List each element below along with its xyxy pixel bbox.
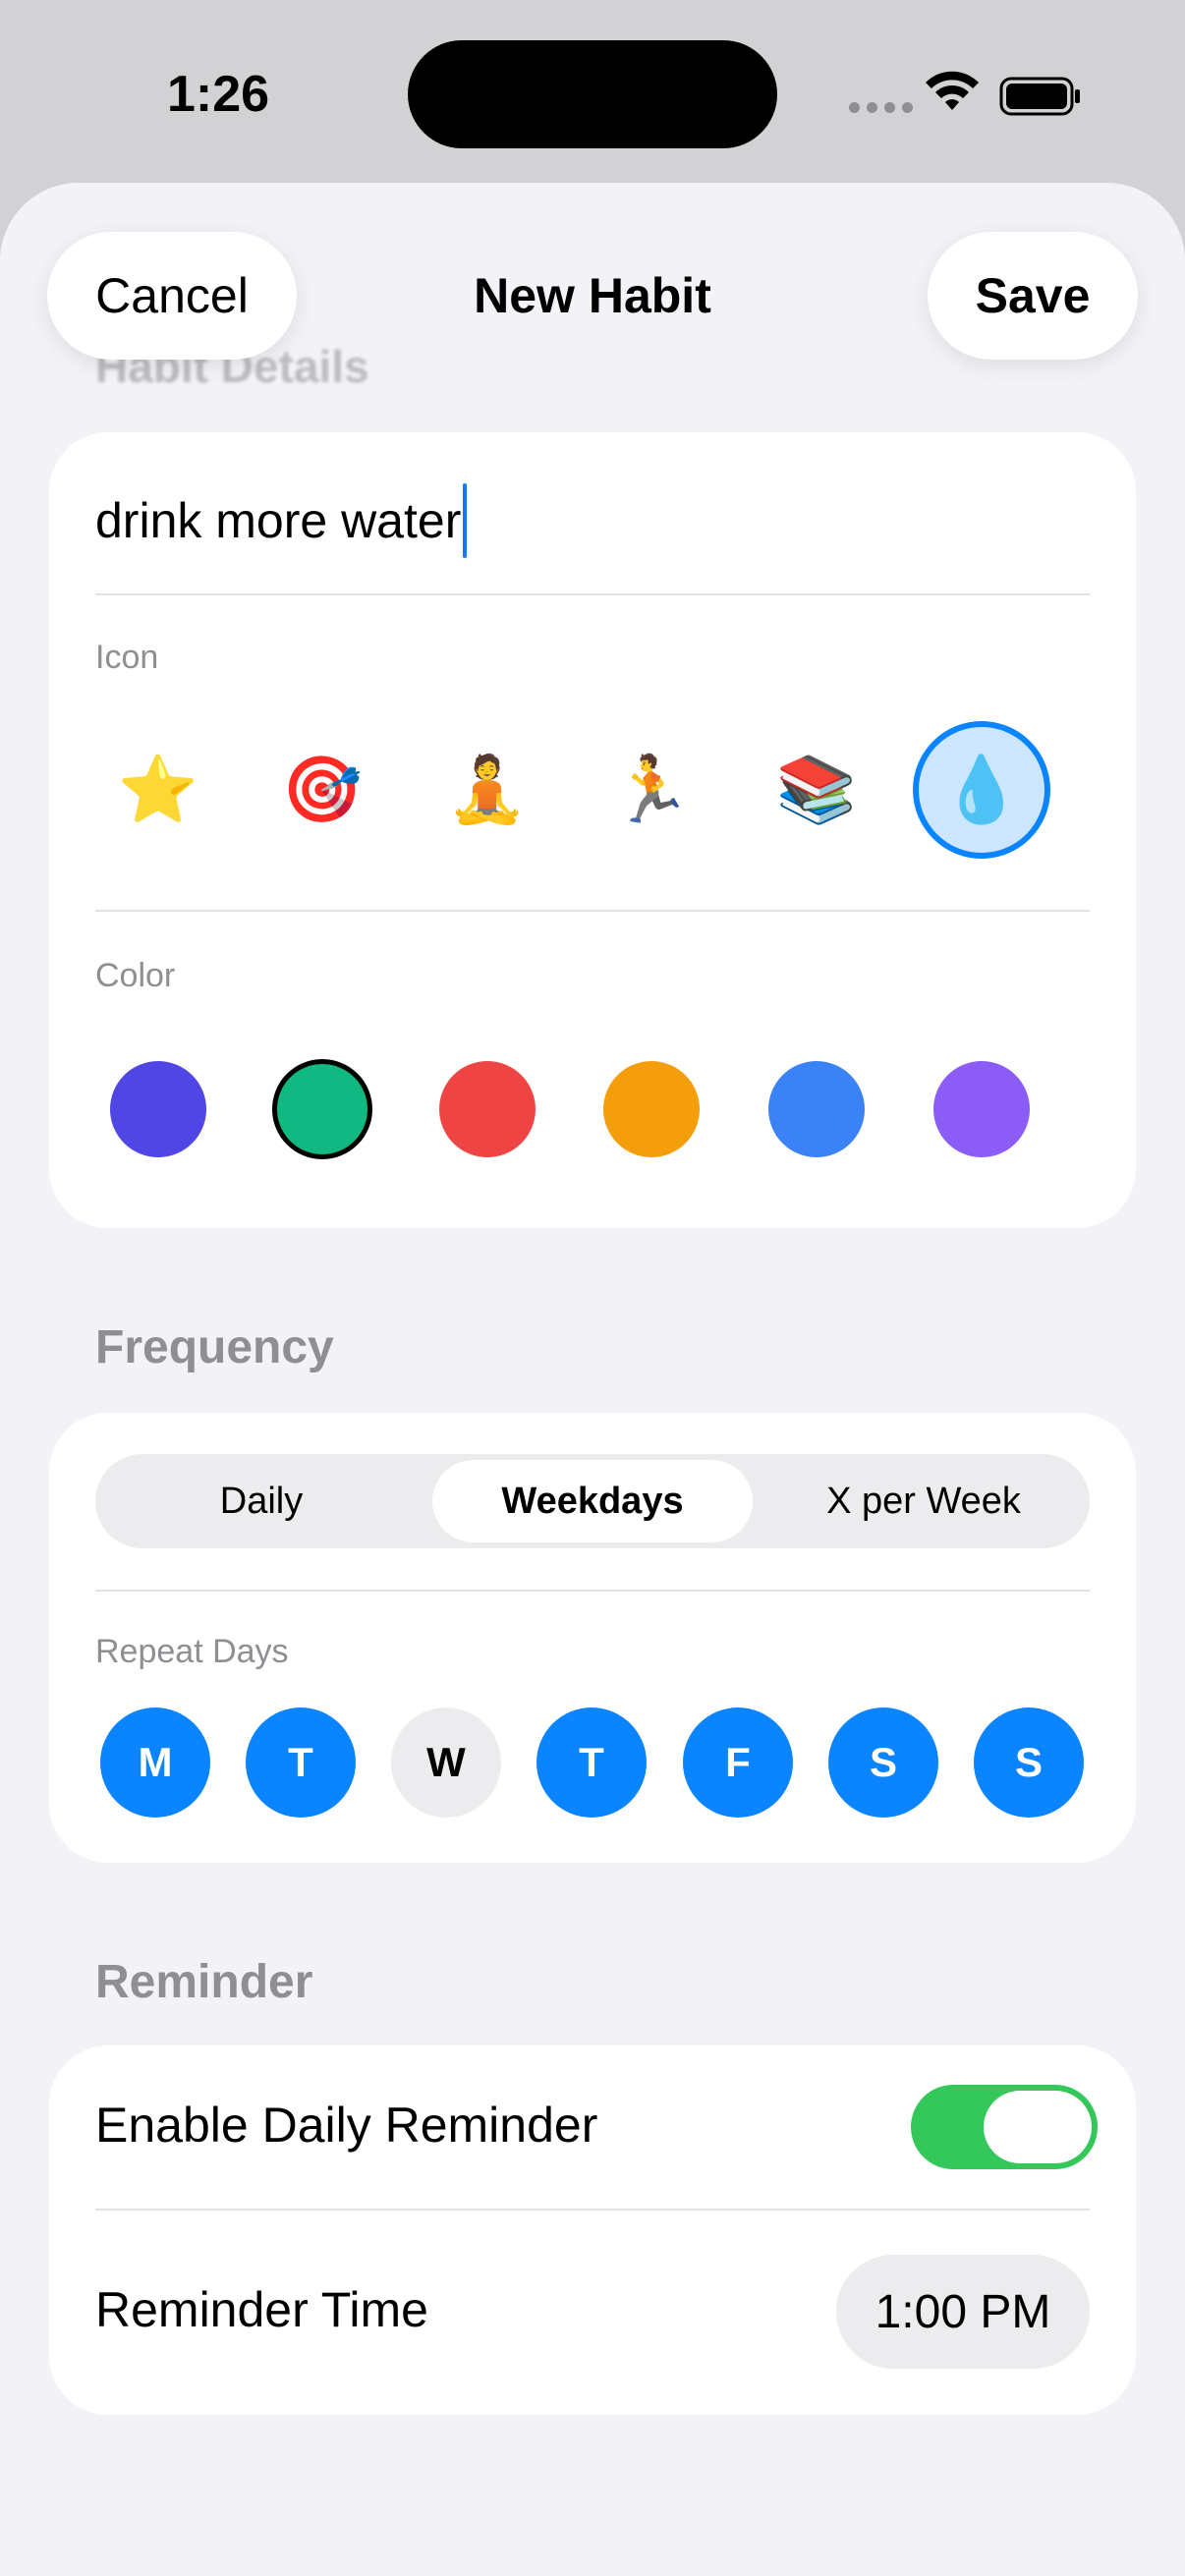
- status-bar: 1:26: [0, 0, 1185, 187]
- target-icon: 🎯: [281, 753, 364, 825]
- reminder-section-title: Reminder: [95, 1956, 313, 2008]
- repeat-days-picker: MTWTFSS: [49, 1708, 1136, 1818]
- repeat-day-toggle[interactable]: S: [828, 1708, 938, 1818]
- icon-picker: ⭐ 🎯 🧘 🏃 📚 💧: [49, 721, 1136, 859]
- reminder-time-label: Reminder Time: [95, 2282, 428, 2337]
- reminder-time-picker[interactable]: 1:00 PM: [836, 2255, 1090, 2369]
- save-button[interactable]: Save: [928, 232, 1138, 360]
- frequency-segment[interactable]: Weekdays: [432, 1460, 753, 1542]
- icon-option[interactable]: 🏃: [583, 721, 720, 859]
- repeat-days-label: Repeat Days: [95, 1633, 289, 1670]
- dynamic-island: [408, 40, 777, 148]
- repeat-day-toggle[interactable]: S: [974, 1708, 1084, 1818]
- battery-icon: [999, 77, 1080, 116]
- divider: [95, 910, 1090, 912]
- color-swatch[interactable]: [768, 1061, 865, 1157]
- repeat-day-toggle[interactable]: T: [536, 1708, 647, 1818]
- books-icon: 📚: [775, 753, 858, 825]
- repeat-day-toggle[interactable]: F: [683, 1708, 793, 1818]
- new-habit-sheet: drink more water Icon ⭐ 🎯 🧘 🏃 📚 💧 Color Frequ…: [0, 183, 1185, 2576]
- frequency-segmented-control: Daily Weekdays X per Week: [95, 1454, 1090, 1548]
- habit-name-value: drink more water: [95, 493, 462, 548]
- repeat-day-toggle[interactable]: M: [100, 1708, 210, 1818]
- divider: [95, 1590, 1090, 1592]
- toggle-knob: [984, 2091, 1092, 2163]
- water-drop-icon: 💧: [940, 753, 1023, 825]
- habit-name-input[interactable]: drink more water: [95, 481, 468, 560]
- color-swatch[interactable]: [439, 1061, 536, 1157]
- frequency-segment[interactable]: Daily: [101, 1460, 422, 1542]
- icon-option[interactable]: 🎯: [254, 721, 391, 859]
- enable-reminder-label: Enable Daily Reminder: [95, 2098, 598, 2153]
- color-label: Color: [95, 957, 176, 994]
- status-time: 1:26: [167, 66, 270, 123]
- habit-details-card: drink more water Icon ⭐ 🎯 🧘 🏃 📚 💧 Color: [49, 432, 1136, 1228]
- color-swatch[interactable]: [272, 1059, 372, 1159]
- icon-label: Icon: [95, 639, 159, 676]
- icon-option[interactable]: 📚: [748, 721, 885, 859]
- color-swatch[interactable]: [110, 1061, 206, 1157]
- icon-option[interactable]: ⭐: [89, 721, 227, 859]
- running-icon: 🏃: [610, 753, 693, 825]
- reminder-card: Enable Daily Reminder Reminder Time 1:00…: [49, 2045, 1136, 2415]
- repeat-day-toggle[interactable]: T: [246, 1708, 356, 1818]
- frequency-card: Daily Weekdays X per Week Repeat Days MTWT…: [49, 1413, 1136, 1863]
- color-picker: [49, 1059, 1136, 1159]
- cellular-signal-icon: [849, 102, 913, 113]
- color-swatch[interactable]: [933, 1061, 1030, 1157]
- icon-option[interactable]: 🧘: [419, 721, 556, 859]
- color-swatch[interactable]: [603, 1061, 700, 1157]
- frequency-section-title: Frequency: [95, 1321, 334, 1373]
- enable-reminder-toggle[interactable]: [911, 2085, 1098, 2169]
- frequency-segment[interactable]: X per Week: [763, 1460, 1084, 1542]
- wifi-icon: [926, 71, 979, 110]
- icon-option[interactable]: 💧: [913, 721, 1050, 859]
- divider: [95, 2209, 1090, 2211]
- divider: [95, 593, 1090, 595]
- star-icon: ⭐: [117, 753, 199, 825]
- meditation-icon: 🧘: [446, 753, 529, 825]
- text-caret: [463, 483, 468, 558]
- repeat-day-toggle[interactable]: W: [391, 1708, 501, 1818]
